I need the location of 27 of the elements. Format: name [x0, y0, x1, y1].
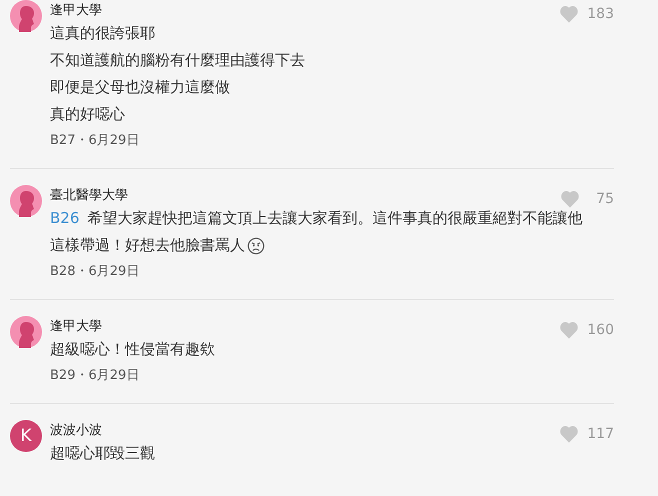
comment-text: 這樣帶過！好想去他臉書罵人	[50, 235, 245, 256]
like-count: 183	[587, 6, 614, 22]
comment-text: 希望大家趕快把這篇文頂上去讓大家看到。這件事真的很嚴重絕對不能讓他	[87, 208, 582, 229]
like-count: 160	[587, 322, 614, 338]
heart-icon[interactable]	[559, 5, 580, 23]
comment-text: 超噁心耶毀三觀	[50, 443, 155, 464]
heart-icon[interactable]	[560, 190, 580, 208]
heart-icon[interactable]	[559, 321, 580, 339]
author-name[interactable]: 波波小波	[50, 421, 102, 439]
author-name[interactable]: 臺北醫學大學	[50, 186, 128, 204]
comment-text: 真的好噁心	[50, 104, 125, 125]
comment-text: 即便是父母也沒權力這麼做	[50, 77, 230, 98]
comment-text: 不知道護航的腦粉有什麼理由護得下去	[50, 50, 305, 71]
like-count: 75	[595, 191, 614, 207]
avatar[interactable]: K	[10, 420, 42, 452]
author-name[interactable]: 逢甲大學	[50, 317, 102, 335]
avatar-icon[interactable]	[10, 185, 42, 217]
heart-icon[interactable]	[559, 425, 580, 443]
author-name[interactable]: 逢甲大學	[50, 1, 102, 19]
avatar-icon[interactable]	[10, 0, 42, 32]
comment-text: 這真的很誇張耶	[50, 23, 155, 44]
like-count: 117	[587, 426, 614, 442]
floor-date: B28・6月29日	[50, 263, 140, 281]
avatar-icon[interactable]	[10, 316, 42, 348]
floor-date: B27・6月29日	[50, 132, 140, 150]
floor-date: B29・6月29日	[50, 367, 140, 385]
comment-text: 超級噁心！性侵當有趣欸	[50, 339, 215, 360]
